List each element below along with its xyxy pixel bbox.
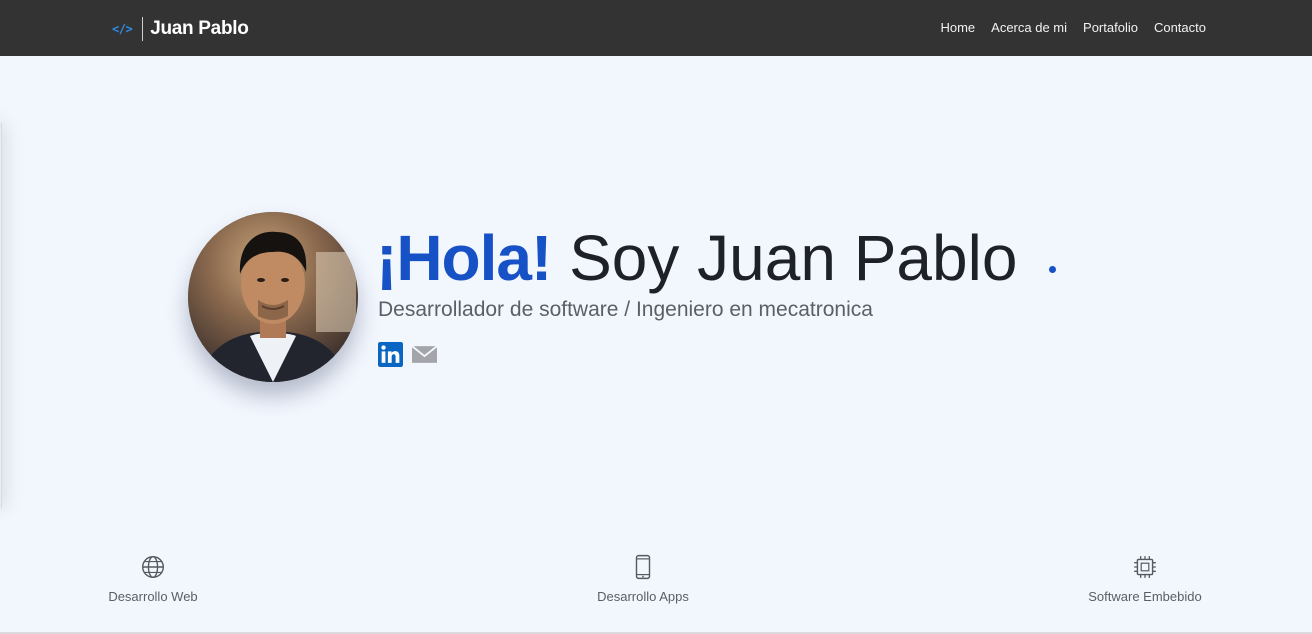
code-icon: </>	[112, 22, 133, 36]
service-embedded: Software Embebido	[1065, 554, 1225, 604]
chip-icon	[1134, 556, 1156, 578]
accent-dot	[1049, 266, 1056, 273]
profile-photo-image	[188, 212, 358, 382]
hero-heading: ¡Hola! Soy Juan Pablo	[376, 222, 1017, 294]
hero-greeting: ¡Hola!	[376, 222, 552, 294]
page: </> Juan Pablo Home Acerca de mi Portafo…	[0, 0, 1312, 634]
nav-home[interactable]: Home	[940, 20, 975, 35]
email-icon[interactable]	[412, 342, 437, 367]
smartphone-icon	[635, 554, 651, 580]
nav-contact[interactable]: Contacto	[1154, 20, 1206, 35]
brand-name: Juan Pablo	[150, 18, 249, 39]
hero-name: Soy Juan Pablo	[569, 222, 1018, 294]
nav-portfolio[interactable]: Portafolio	[1083, 20, 1138, 35]
service-embedded-label: Software Embebido	[1088, 589, 1202, 604]
linkedin-icon[interactable]	[378, 342, 403, 367]
navbar: </> Juan Pablo Home Acerca de mi Portafo…	[0, 0, 1312, 56]
service-apps: Desarrollo Apps	[563, 554, 723, 604]
social-links	[378, 342, 437, 367]
brand[interactable]: </> Juan Pablo	[112, 16, 249, 42]
nav-about[interactable]: Acerca de mi	[991, 20, 1067, 35]
hero-subtitle: Desarrollador de software / Ingeniero en…	[378, 298, 873, 321]
profile-photo	[188, 212, 358, 382]
service-apps-label: Desarrollo Apps	[597, 589, 689, 604]
globe-icon	[142, 556, 164, 578]
service-web: Desarrollo Web	[73, 554, 233, 604]
side-panel-edge	[0, 123, 2, 508]
service-web-label: Desarrollo Web	[108, 589, 198, 604]
brand-divider	[142, 17, 144, 41]
nav-menu: Home Acerca de mi Portafolio Contacto	[940, 20, 1206, 35]
